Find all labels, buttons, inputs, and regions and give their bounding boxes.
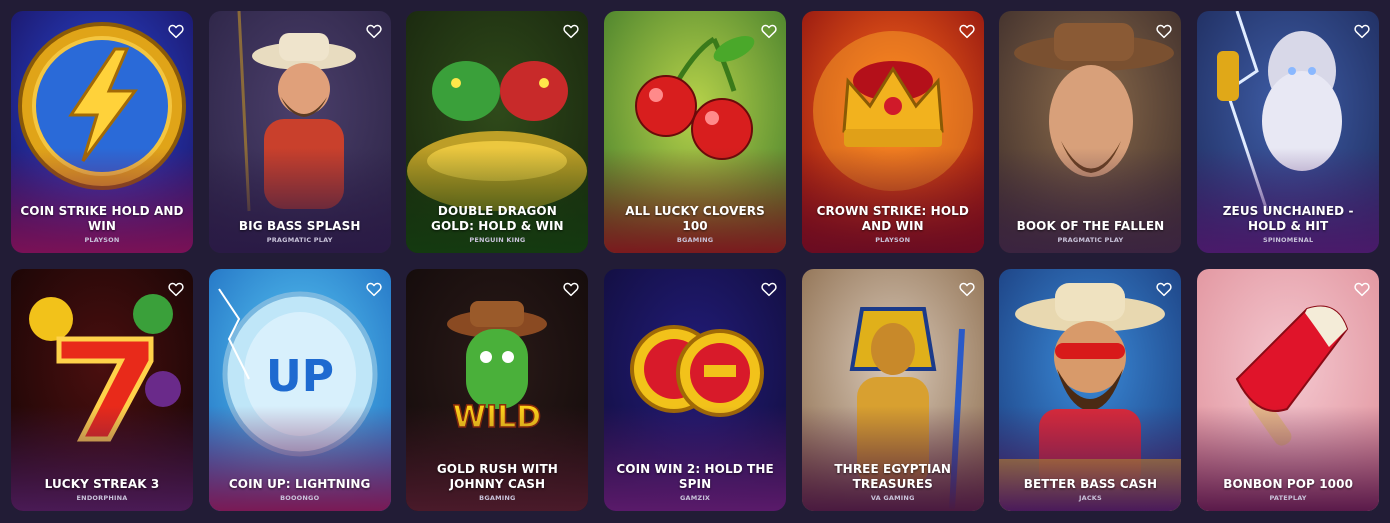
heart-icon[interactable] — [958, 22, 976, 40]
card-caption: COIN STRIKE HOLD AND WIN PLAYSON — [19, 204, 185, 245]
heart-icon[interactable] — [562, 22, 580, 40]
game-card[interactable]: BONBON POP 1000 PATEPLAY — [1197, 269, 1380, 511]
game-card[interactable]: COIN STRIKE HOLD AND WIN PLAYSON — [11, 11, 193, 253]
game-title: BETTER BASS CASH — [1023, 477, 1158, 491]
game-title: THREE EGYPTIAN TREASURES — [834, 462, 952, 491]
card-caption: ZEUS UNCHAINED - HOLD & HIT SPINOMENAL — [1205, 204, 1371, 245]
game-title: LUCKY STREAK 3 — [44, 477, 160, 491]
game-title: GOLD RUSH WITH JOHNNY CASH — [436, 462, 558, 491]
game-card[interactable]: THREE EGYPTIAN TREASURES VA GAMING — [801, 269, 984, 511]
game-provider: VA GAMING — [870, 494, 915, 502]
svg-text:UP: UP — [266, 351, 334, 402]
card-caption: ALL LUCKY CLOVERS 100 BGAMING — [612, 204, 778, 245]
game-title: ALL LUCKY CLOVERS 100 — [625, 204, 765, 233]
heart-icon[interactable] — [365, 280, 383, 298]
card-caption: BONBON POP 1000 PATEPLAY — [1205, 477, 1371, 503]
game-provider: GAMZIX — [679, 494, 711, 502]
game-card[interactable]: LUCKY STREAK 3 ENDORPHINA — [11, 269, 193, 511]
game-provider: PENGUIN KING — [469, 236, 526, 244]
card-caption: GOLD RUSH WITH JOHNNY CASH BGAMING — [414, 462, 580, 503]
game-card[interactable]: BETTER BASS CASH JACKS — [999, 269, 1182, 511]
game-provider: BOOONGO — [280, 494, 320, 502]
game-title: COIN WIN 2: HOLD THE SPIN — [616, 462, 774, 491]
card-caption: THREE EGYPTIAN TREASURES VA GAMING — [810, 462, 976, 503]
heart-icon[interactable] — [1353, 22, 1371, 40]
game-title: BONBON POP 1000 — [1223, 477, 1354, 491]
game-card[interactable]: COIN WIN 2: HOLD THE SPIN GAMZIX — [604, 269, 787, 511]
card-caption: BOOK OF THE FALLEN PRAGMATIC PLAY — [1007, 219, 1173, 245]
heart-icon[interactable] — [1155, 22, 1173, 40]
heart-icon[interactable] — [167, 22, 185, 40]
game-card[interactable]: BOOK OF THE FALLEN PRAGMATIC PLAY — [999, 11, 1182, 253]
heart-icon[interactable] — [167, 280, 185, 298]
game-title: COIN UP: LIGHTNING — [228, 477, 371, 491]
heart-icon[interactable] — [562, 280, 580, 298]
game-title: ZEUS UNCHAINED - HOLD & HIT — [1222, 204, 1354, 233]
heart-icon[interactable] — [958, 280, 976, 298]
card-caption: BETTER BASS CASH JACKS — [1007, 477, 1173, 503]
svg-text:WILD: WILD — [453, 400, 541, 435]
heart-icon[interactable] — [760, 280, 778, 298]
game-card[interactable]: WILD GOLD RUSH WITH JOHNNY CASH BGAMING — [406, 269, 589, 511]
game-card[interactable]: BIG BASS SPLASH PRAGMATIC PLAY — [208, 11, 391, 253]
game-provider: PRAGMATIC PLAY — [1057, 236, 1124, 244]
game-card[interactable]: UP COIN UP: LIGHTNING BOOONGO — [208, 269, 391, 511]
game-provider: PRAGMATIC PLAY — [266, 236, 333, 244]
heart-icon[interactable] — [1353, 280, 1371, 298]
game-provider: SPINOMENAL — [1262, 236, 1314, 244]
heart-icon[interactable] — [365, 22, 383, 40]
game-title: BIG BASS SPLASH — [238, 219, 361, 233]
game-provider: PLAYSON — [875, 236, 911, 244]
card-caption: BIG BASS SPLASH PRAGMATIC PLAY — [217, 219, 383, 245]
game-provider: BGAMING — [479, 494, 516, 502]
game-title: CROWN STRIKE: HOLD AND WIN — [816, 204, 969, 233]
games-grid: COIN STRIKE HOLD AND WIN PLAYSON BIG BASS… — [11, 11, 1380, 511]
card-caption: DOUBLE DRAGON GOLD: HOLD & WIN PENGUIN KI… — [414, 204, 580, 245]
card-caption: COIN UP: LIGHTNING BOOONGO — [217, 477, 383, 503]
heart-icon[interactable] — [760, 22, 778, 40]
game-title: DOUBLE DRAGON GOLD: HOLD & WIN — [431, 204, 564, 233]
game-card[interactable]: ALL LUCKY CLOVERS 100 BGAMING — [604, 11, 787, 253]
game-card[interactable]: CROWN STRIKE: HOLD AND WIN PLAYSON — [801, 11, 984, 253]
game-provider: PATEPLAY — [1269, 494, 1307, 502]
game-provider: JACKS — [1078, 494, 1102, 502]
game-card[interactable]: DOUBLE DRAGON GOLD: HOLD & WIN PENGUIN KI… — [406, 11, 589, 253]
card-caption: LUCKY STREAK 3 ENDORPHINA — [19, 477, 185, 503]
game-card[interactable]: ZEUS UNCHAINED - HOLD & HIT SPINOMENAL — [1197, 11, 1380, 253]
game-provider: BGAMING — [676, 236, 714, 244]
card-caption: CROWN STRIKE: HOLD AND WIN PLAYSON — [810, 204, 976, 245]
game-title: BOOK OF THE FALLEN — [1016, 219, 1165, 233]
game-title: COIN STRIKE HOLD AND WIN — [20, 204, 184, 233]
game-provider: PLAYSON — [84, 236, 120, 244]
game-provider: ENDORPHINA — [76, 494, 128, 502]
card-caption: COIN WIN 2: HOLD THE SPIN GAMZIX — [612, 462, 778, 503]
heart-icon[interactable] — [1155, 280, 1173, 298]
